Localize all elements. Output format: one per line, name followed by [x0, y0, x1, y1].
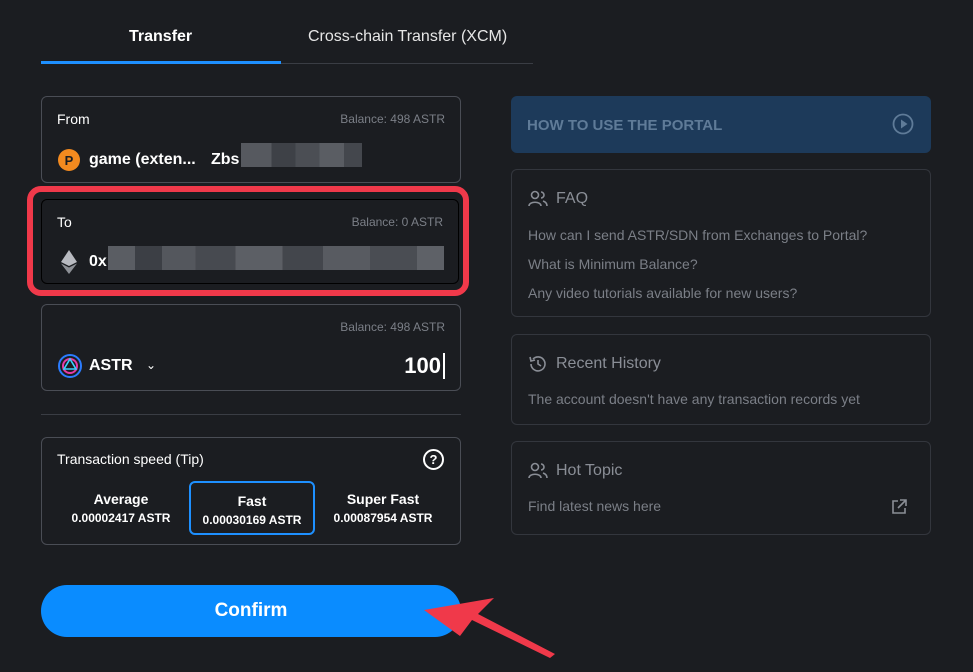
transaction-speed-box: Transaction speed (Tip) ? Average 0.0000… [41, 437, 461, 545]
speed-option-average[interactable]: Average 0.00002417 ASTR [58, 481, 184, 535]
faq-link[interactable]: What is Minimum Balance? [528, 256, 698, 272]
to-label: To [57, 214, 72, 230]
amount-input[interactable]: 100 [404, 353, 445, 379]
hot-topic-panel: Hot Topic Find latest news here [511, 441, 931, 535]
faq-panel: FAQ How can I send ASTR/SDN from Exchang… [511, 169, 931, 317]
users-icon [528, 462, 548, 479]
astar-token-icon [58, 354, 82, 378]
speed-option-fast[interactable]: Fast 0.00030169 ASTR [189, 481, 315, 535]
from-account-box[interactable]: From Balance: 498 ASTR P game (exten... … [41, 96, 461, 183]
speed-option-value: 0.00002417 ASTR [71, 511, 171, 525]
pointer-arrow-annotation [424, 598, 555, 658]
ethereum-icon [61, 250, 77, 274]
external-link-icon[interactable] [890, 498, 908, 516]
faq-header: FAQ [528, 190, 588, 208]
active-tab-indicator [41, 61, 281, 64]
divider [41, 414, 461, 415]
to-address: 0x [89, 253, 107, 270]
address-blur [241, 143, 362, 167]
faq-link[interactable]: How can I send ASTR/SDN from Exchanges t… [528, 227, 867, 243]
history-icon [529, 356, 546, 372]
token-selector[interactable]: ASTR [89, 357, 133, 375]
recent-history-empty-text: The account doesn't have any transaction… [528, 391, 860, 407]
speed-option-name: Fast [237, 493, 267, 509]
to-account-box[interactable]: To Balance: 0 ASTR 0x [41, 199, 459, 284]
amount-box: Balance: 498 ASTR ASTR ⌄ 100 [41, 304, 461, 391]
speed-option-super-fast[interactable]: Super Fast 0.00087954 ASTR [320, 481, 446, 535]
speed-title: Transaction speed (Tip) [57, 451, 204, 467]
play-icon [892, 113, 914, 135]
recent-history-header: Recent History [528, 355, 661, 373]
hot-topic-header: Hot Topic [528, 462, 622, 480]
amount-balance: Balance: 498 ASTR [340, 320, 445, 334]
speed-option-name: Super Fast [346, 491, 420, 507]
how-to-use-portal-button[interactable]: HOW TO USE THE PORTAL [511, 96, 931, 153]
from-balance: Balance: 498 ASTR [340, 112, 445, 126]
tab-transfer[interactable]: Transfer [129, 28, 192, 46]
from-address: Zbs [211, 151, 240, 168]
faq-title: FAQ [556, 190, 589, 207]
tab-bar: Transfer Cross-chain Transfer (XCM) [41, 0, 533, 64]
tab-xcm[interactable]: Cross-chain Transfer (XCM) [308, 28, 507, 46]
help-icon[interactable]: ? [423, 449, 444, 470]
hot-topic-link[interactable]: Find latest news here [528, 498, 661, 514]
to-balance: Balance: 0 ASTR [351, 215, 443, 229]
address-blur [108, 246, 444, 270]
faq-link[interactable]: Any video tutorials available for new us… [528, 285, 797, 301]
how-to-label: HOW TO USE THE PORTAL [527, 117, 723, 134]
recent-history-panel: Recent History The account doesn't have … [511, 334, 931, 425]
polkadot-icon: P [58, 149, 80, 171]
from-account-name: game (exten... [89, 151, 196, 168]
chevron-down-icon[interactable]: ⌄ [146, 358, 156, 372]
from-label: From [57, 111, 90, 127]
recent-history-title: Recent History [556, 355, 661, 372]
confirm-button[interactable]: Confirm [41, 585, 461, 637]
users-icon [528, 190, 548, 207]
speed-option-value: 0.00087954 ASTR [333, 511, 433, 525]
speed-option-value: 0.00030169 ASTR [202, 513, 302, 527]
speed-option-name: Average [93, 491, 149, 507]
hot-topic-title: Hot Topic [556, 462, 623, 479]
